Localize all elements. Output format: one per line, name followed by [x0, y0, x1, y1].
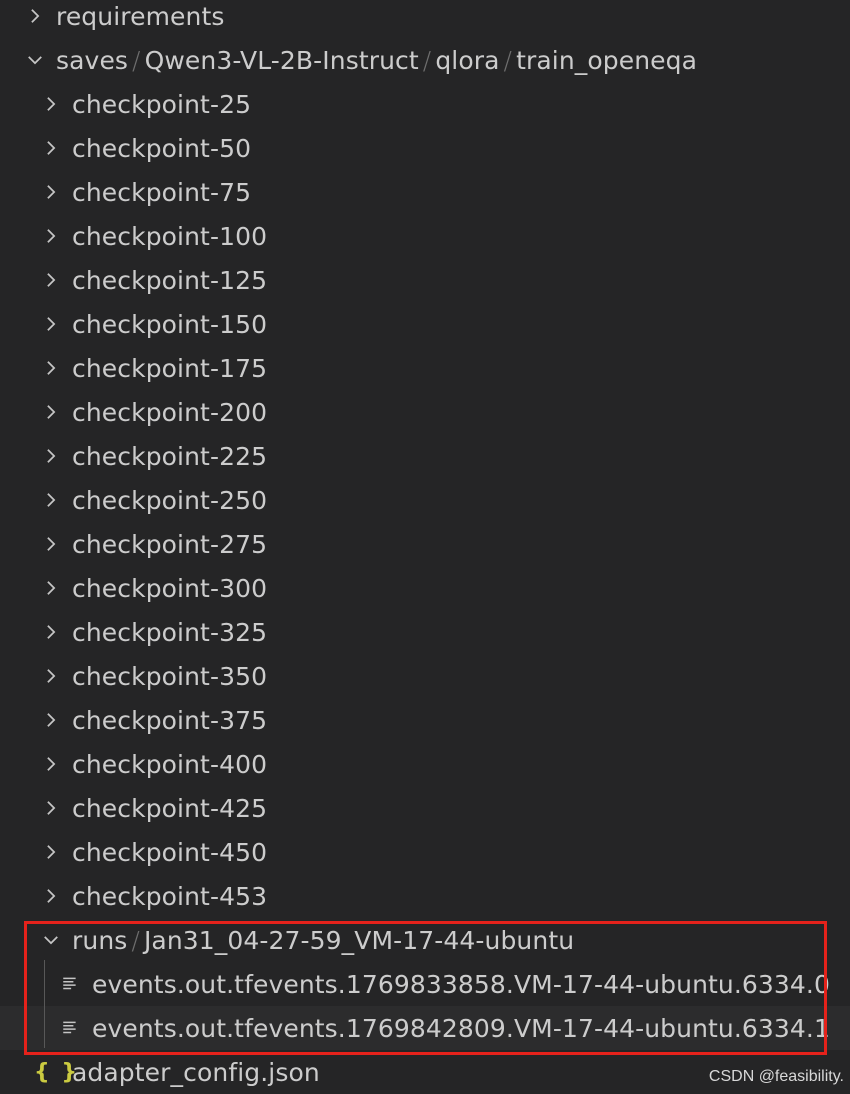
tree-item-checkpoint[interactable]: checkpoint-225 — [0, 434, 850, 478]
chevron-down-icon — [22, 47, 48, 73]
path-segment-model[interactable]: Qwen3-VL-2B-Instruct — [145, 46, 419, 75]
path-separator: / — [503, 45, 513, 75]
tree-item-label: checkpoint-200 — [72, 397, 268, 427]
chevron-right-icon — [38, 179, 64, 205]
tree-item-label: checkpoint-100 — [72, 221, 268, 251]
tree-item-label: checkpoint-125 — [72, 265, 268, 295]
chevron-right-icon — [38, 311, 64, 337]
json-braces-icon: { } — [34, 1059, 79, 1085]
tree-item-label: checkpoint-375 — [72, 705, 268, 735]
tree-item-checkpoint[interactable]: checkpoint-200 — [0, 390, 850, 434]
path-segment-run[interactable]: train_openeqa — [516, 46, 697, 75]
path-segment-saves[interactable]: saves — [56, 46, 128, 75]
chevron-right-icon — [38, 355, 64, 381]
tree-item-checkpoint[interactable]: checkpoint-450 — [0, 830, 850, 874]
tree-item-checkpoint[interactable]: checkpoint-350 — [0, 654, 850, 698]
chevron-right-icon — [38, 399, 64, 425]
tree-item-label: checkpoint-450 — [72, 837, 268, 867]
chevron-right-icon — [38, 883, 64, 909]
chevron-right-icon — [38, 795, 64, 821]
chevron-right-icon — [38, 267, 64, 293]
chevron-right-icon — [22, 3, 48, 29]
tree-item-checkpoint[interactable]: checkpoint-100 — [0, 214, 850, 258]
path-segment-method[interactable]: qlora — [435, 46, 499, 75]
text-file-icon — [58, 1015, 82, 1041]
chevron-right-icon — [38, 223, 64, 249]
text-file-icon — [58, 971, 82, 997]
tree-item-label: checkpoint-75 — [72, 177, 252, 207]
path-separator: / — [422, 45, 432, 75]
tree-item-checkpoint[interactable]: checkpoint-75 — [0, 170, 850, 214]
tree-item-checkpoint[interactable]: checkpoint-175 — [0, 346, 850, 390]
tree-item-label: events.out.tfevents.1769842809.VM-17-44-… — [92, 1013, 830, 1043]
tree-item-label: checkpoint-400 — [72, 749, 268, 779]
tree-item-label: checkpoint-275 — [72, 529, 268, 559]
tree-item-checkpoint[interactable]: checkpoint-425 — [0, 786, 850, 830]
tree-item-label: checkpoint-175 — [72, 353, 268, 383]
path-segment-run-folder[interactable]: Jan31_04-27-59_VM-17-44-ubuntu — [144, 926, 574, 955]
path-separator: / — [131, 925, 140, 955]
tree-item-checkpoint[interactable]: checkpoint-400 — [0, 742, 850, 786]
tree-item-checkpoint[interactable]: checkpoint-50 — [0, 126, 850, 170]
tree-item-checkpoint[interactable]: checkpoint-150 — [0, 302, 850, 346]
tree-item-label: checkpoint-225 — [72, 441, 268, 471]
tree-item-label: checkpoint-325 — [72, 617, 268, 647]
tree-item-label: adapter_config.json — [72, 1057, 320, 1087]
tree-item-label: checkpoint-350 — [72, 661, 268, 691]
chevron-right-icon — [38, 663, 64, 689]
tree-item-requirements[interactable]: requirements — [0, 0, 850, 38]
watermark: CSDN @feasibility. — [708, 1068, 844, 1085]
tree-item-label: checkpoint-150 — [72, 309, 268, 339]
tree-item-checkpoint[interactable]: checkpoint-275 — [0, 522, 850, 566]
path-segment-runs[interactable]: runs — [72, 926, 127, 955]
tree-item-label: checkpoint-25 — [72, 89, 252, 119]
tree-item-runs-path[interactable]: runs / Jan31_04-27-59_VM-17-44-ubuntu — [0, 918, 850, 962]
tree-item-label: checkpoint-50 — [72, 133, 252, 163]
tree-item-saves-path[interactable]: saves / Qwen3-VL-2B-Instruct / qlora / train_o… — [0, 38, 850, 82]
tree-item-checkpoint[interactable]: checkpoint-325 — [0, 610, 850, 654]
tree-item-label: checkpoint-250 — [72, 485, 268, 515]
path-separator: / — [132, 45, 141, 75]
tree-item-checkpoint[interactable]: checkpoint-250 — [0, 478, 850, 522]
chevron-right-icon — [38, 575, 64, 601]
tree-item-event-file[interactable]: events.out.tfevents.1769842809.VM-17-44-… — [0, 1006, 850, 1050]
chevron-right-icon — [38, 487, 64, 513]
tree-item-event-file[interactable]: events.out.tfevents.1769833858.VM-17-44-… — [0, 962, 850, 1006]
indent-guide — [44, 960, 45, 1048]
chevron-right-icon — [38, 619, 64, 645]
chevron-right-icon — [38, 91, 64, 117]
chevron-right-icon — [38, 443, 64, 469]
chevron-down-icon — [38, 927, 64, 953]
tree-item-checkpoint[interactable]: checkpoint-453 — [0, 874, 850, 918]
tree-item-checkpoint[interactable]: checkpoint-300 — [0, 566, 850, 610]
chevron-right-icon — [38, 839, 64, 865]
tree-item-checkpoint[interactable]: checkpoint-25 — [0, 82, 850, 126]
tree-item-checkpoint[interactable]: checkpoint-375 — [0, 698, 850, 742]
chevron-right-icon — [38, 751, 64, 777]
chevron-right-icon — [38, 531, 64, 557]
tree-item-label: requirements — [56, 1, 225, 31]
tree-item-label: events.out.tfevents.1769833858.VM-17-44-… — [92, 969, 830, 999]
chevron-right-icon — [38, 707, 64, 733]
tree-item-label: checkpoint-425 — [72, 793, 268, 823]
tree-item-label: checkpoint-453 — [72, 881, 268, 911]
tree-item-label: checkpoint-300 — [72, 573, 268, 603]
chevron-right-icon — [38, 135, 64, 161]
tree-item-checkpoint[interactable]: checkpoint-125 — [0, 258, 850, 302]
